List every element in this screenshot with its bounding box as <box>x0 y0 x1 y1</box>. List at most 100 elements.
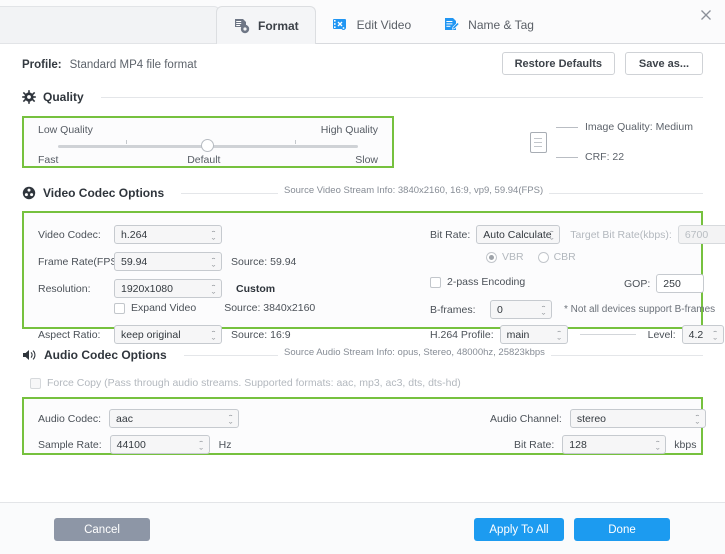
done-button[interactable]: Done <box>574 518 670 541</box>
cbr-radio[interactable] <box>537 251 549 263</box>
sample-rate-label: Sample Rate: <box>38 438 102 451</box>
vbr-label: VBR <box>502 251 524 263</box>
video-source-info: Source Video Stream Info: 3840x2160, 16:… <box>278 185 550 196</box>
quality-slider-panel: Low Quality High Quality Fast Default Sl… <box>22 116 394 168</box>
crf-info-lines: Image Quality: Medium CRF: 22 <box>556 121 693 163</box>
vbr-radio[interactable] <box>486 251 497 263</box>
connector-line <box>556 156 578 158</box>
bit-rate-select[interactable]: Auto Calculate <box>476 225 561 244</box>
level-select[interactable]: 4.2 <box>681 325 724 344</box>
frame-rate-row: Frame Rate(FPS): 59.94 Source: 59.94 <box>38 252 296 271</box>
two-pass-row: 2-pass Encoding <box>430 276 525 288</box>
tab-format-label: Format <box>258 18 299 33</box>
audio-codec-select[interactable]: aac <box>109 409 240 428</box>
tab-format[interactable]: Format <box>216 6 316 44</box>
cbr-label: CBR <box>553 251 576 263</box>
audio-bit-rate-row: Bit Rate: 128 kbps <box>514 435 696 454</box>
two-pass-label: 2-pass Encoding <box>447 276 526 288</box>
film-reel-icon <box>22 186 36 200</box>
aspect-ratio-label: Aspect Ratio: <box>38 328 101 341</box>
profile-row: Profile: Standard MP4 file format Restor… <box>22 44 703 86</box>
default-label: Default <box>187 154 221 166</box>
video-section-header: Video Codec Options Source Video Stream … <box>22 182 703 204</box>
audio-channel-label: Audio Channel: <box>490 412 562 425</box>
audio-section-header: Audio Codec Options Source Audio Stream … <box>22 344 703 366</box>
target-bit-rate-label: Target Bit Rate(kbps): <box>570 228 672 241</box>
restore-defaults-button[interactable]: Restore Defaults <box>501 52 615 75</box>
film-scissors-icon <box>332 16 350 34</box>
gop-label: GOP: <box>624 277 651 290</box>
audio-channel-select[interactable]: stereo <box>569 409 706 428</box>
gop-input[interactable]: 250 <box>656 274 705 293</box>
resolution-source: Source: 3840x2160 <box>224 302 316 314</box>
close-icon[interactable] <box>695 4 717 26</box>
h264-profile-label: H.264 Profile: <box>430 328 494 341</box>
high-quality-label: High Quality <box>320 124 378 136</box>
quality-bottom-labels: Fast Default Slow <box>38 154 378 166</box>
frame-rate-label: Frame Rate(FPS): <box>38 255 124 268</box>
b-frames-note: * Not all devices support B-frames <box>564 304 716 315</box>
section-divider <box>100 96 703 98</box>
speaker-icon <box>22 348 37 362</box>
expand-video-checkbox[interactable] <box>114 302 125 314</box>
fast-label: Fast <box>38 154 59 166</box>
quality-section-title: Quality <box>43 90 84 104</box>
cancel-button[interactable]: Cancel <box>54 518 150 541</box>
frame-rate-select[interactable]: 59.94 <box>114 252 222 271</box>
slider-thumb[interactable] <box>201 139 214 152</box>
tab-name-tag-label: Name & Tag <box>468 18 534 32</box>
level-label: Level: <box>647 328 676 341</box>
quality-body: Low Quality High Quality Fast Default Sl… <box>22 116 703 168</box>
force-copy-checkbox[interactable] <box>30 377 41 389</box>
expand-video-row: Expand Video Source: 3840x2160 <box>114 302 315 314</box>
tab-list: Format Edit Video Name & Tag <box>216 6 550 44</box>
save-as-button[interactable]: Save as... <box>625 52 703 75</box>
b-frames-row: B-frames: 0 * Not all devices support B-… <box>430 300 715 319</box>
slider-tick <box>295 140 296 144</box>
dialog-body: Profile: Standard MP4 file format Restor… <box>0 44 725 502</box>
sample-rate-unit: Hz <box>218 438 232 451</box>
quality-section-header: Quality <box>22 86 703 108</box>
audio-channel-row: Audio Channel: stereo <box>490 409 706 428</box>
slow-label: Slow <box>355 154 378 166</box>
image-quality-row: Image Quality: Medium <box>556 121 693 133</box>
crf-info-panel: Image Quality: Medium CRF: 22 <box>530 116 693 168</box>
quality-top-labels: Low Quality High Quality <box>38 124 378 136</box>
dialog-footer: Cancel Apply To All Done <box>0 502 725 554</box>
sample-rate-select[interactable]: 44100 <box>109 435 210 454</box>
profile-value: Standard MP4 file format <box>69 59 197 71</box>
divider-line <box>579 334 636 335</box>
two-pass-checkbox[interactable] <box>430 276 441 288</box>
force-copy-row: Force Copy (Pass through audio streams. … <box>30 377 711 389</box>
video-codec-row: Video Codec: h.264 <box>38 225 222 244</box>
aspect-ratio-source: Source: 16:9 <box>231 328 291 341</box>
tab-edit-video[interactable]: Edit Video <box>316 6 428 44</box>
expand-video-label: Expand Video <box>131 302 197 314</box>
aspect-ratio-select[interactable]: keep original <box>114 325 222 344</box>
target-bit-rate-input[interactable]: 6700 <box>677 225 725 244</box>
apply-to-all-button[interactable]: Apply To All <box>474 518 564 541</box>
h264-profile-select[interactable]: main <box>499 325 568 344</box>
bit-rate-label: Bit Rate: <box>430 228 471 241</box>
tab-name-tag[interactable]: Name & Tag <box>427 6 550 44</box>
document-gear-icon <box>233 17 251 35</box>
video-codec-panel: Video Codec: h.264 Frame Rate(FPS): 59.9… <box>22 211 725 344</box>
audio-bit-rate-unit: kbps <box>674 438 697 451</box>
resolution-row: Resolution: 1920x1080 Custom <box>38 279 275 298</box>
slider-tick <box>126 140 127 144</box>
video-section-title: Video Codec Options <box>43 186 165 200</box>
resolution-select[interactable]: 1920x1080 <box>114 279 222 298</box>
tab-edit-video-label: Edit Video <box>356 18 412 32</box>
h264-profile-row: H.264 Profile: main Level: 4.2 <box>430 325 724 344</box>
low-quality-label: Low Quality <box>38 124 93 136</box>
quality-slider[interactable] <box>38 137 378 153</box>
aspect-ratio-row: Aspect Ratio: keep original Source: 16:9 <box>38 325 291 344</box>
crf-row: CRF: 22 <box>556 151 693 163</box>
resolution-label: Resolution: <box>38 282 91 295</box>
document-pencil-icon <box>443 16 461 34</box>
force-copy-label: Force Copy (Pass through audio streams. … <box>47 377 461 389</box>
b-frames-select[interactable]: 0 <box>490 300 552 319</box>
video-codec-select[interactable]: h.264 <box>114 225 222 244</box>
audio-bit-rate-select[interactable]: 128 <box>562 435 667 454</box>
frame-rate-source: Source: 59.94 <box>231 255 297 268</box>
